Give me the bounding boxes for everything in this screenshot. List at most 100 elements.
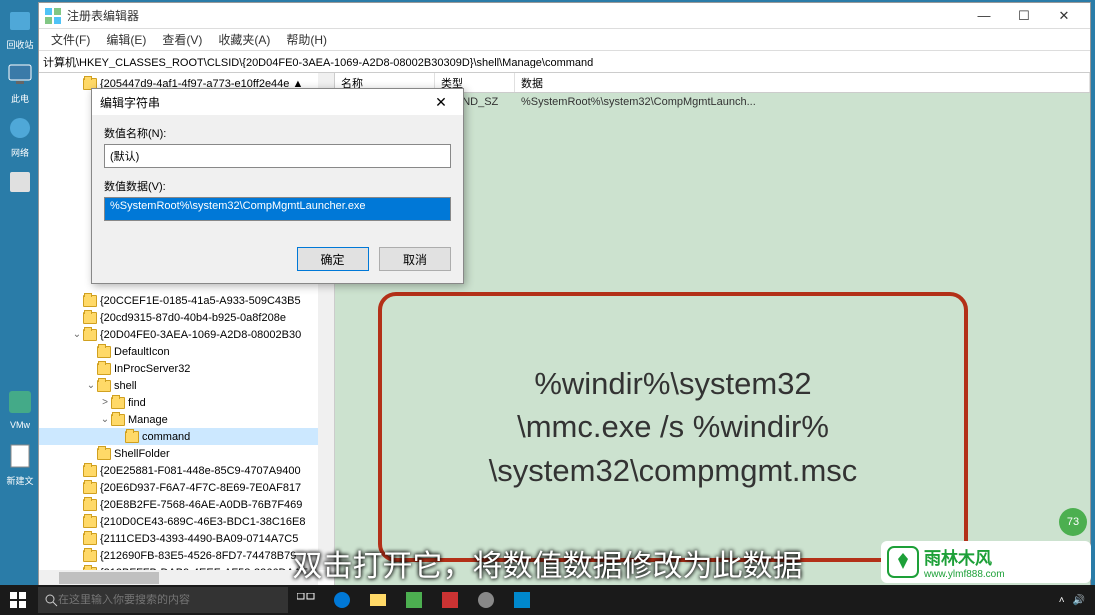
dialog-close-button[interactable]: ✕ <box>427 94 455 111</box>
menu-favorites[interactable]: 收藏夹(A) <box>210 29 278 50</box>
expand-icon[interactable]: ⌄ <box>71 329 83 340</box>
close-button[interactable]: ✕ <box>1044 5 1084 27</box>
taskbar-app-3[interactable] <box>396 585 432 615</box>
folder-icon <box>83 295 97 307</box>
tree-label: command <box>142 431 190 443</box>
col-data[interactable]: 数据 <box>515 73 1090 92</box>
task-view-icon[interactable] <box>288 585 324 615</box>
desktop-icon-network[interactable]: 网络 <box>0 112 40 162</box>
folder-icon <box>83 329 97 341</box>
logo-icon <box>887 546 919 578</box>
tree-scrollbar-h[interactable] <box>39 570 318 586</box>
menu-edit[interactable]: 编辑(E) <box>98 29 154 50</box>
folder-icon <box>83 312 97 324</box>
taskbar-app-5[interactable] <box>468 585 504 615</box>
folder-icon <box>83 499 97 511</box>
tree-label: {20cd9315-87d0-40b4-b925-0a8f208e <box>100 312 286 324</box>
annotation-text: %windir%\system32 \mmc.exe /s %windir% \… <box>489 362 858 492</box>
tree-item[interactable]: ⌄ shell <box>39 377 334 394</box>
tree-item[interactable]: ShellFolder <box>39 445 334 462</box>
watermark-logo: 雨林木风 www.ylmf888.com <box>881 541 1091 583</box>
tree-label: {210D0CE43-689C-46E3-BDC1-38C16E8 <box>100 516 305 528</box>
folder-icon <box>83 465 97 477</box>
value-name-label: 数值名称(N): <box>104 125 451 141</box>
desktop-icon-vmware[interactable]: VMw <box>0 386 40 436</box>
tree-item[interactable]: {20E6D937-F6A7-4F7C-8E69-7E0AF817 <box>39 479 334 496</box>
tree-item[interactable]: InProcServer32 <box>39 360 334 377</box>
edit-string-dialog: 编辑字符串 ✕ 数值名称(N): 数值数据(V): %SystemRoot%\s… <box>91 88 464 284</box>
taskbar-search[interactable] <box>38 587 288 613</box>
tree-label: shell <box>114 380 137 392</box>
folder-icon <box>97 363 111 375</box>
tree-label: Manage <box>128 414 168 426</box>
tree-label: {20E25881-F081-448e-85C9-4707A9400 <box>100 465 301 477</box>
taskbar-app-4[interactable] <box>432 585 468 615</box>
taskbar-app-2[interactable] <box>360 585 396 615</box>
taskbar-app-6[interactable] <box>504 585 540 615</box>
tree-item[interactable]: {212690FB-83E5-4526-8FD7-74478B79 <box>39 547 334 564</box>
folder-icon <box>111 414 125 426</box>
value-data-input[interactable]: %SystemRoot%\system32\CompMgmtLauncher.e… <box>104 197 451 221</box>
folder-icon <box>83 533 97 545</box>
tree-item[interactable]: {20CCEF1E-0185-41a5-A933-509C43B5 <box>39 292 334 309</box>
desktop-icon-recycle[interactable]: 回收站 <box>0 4 40 54</box>
tree-label: find <box>128 397 146 409</box>
tree-item[interactable]: command <box>39 428 334 445</box>
tree-item[interactable]: {20E8B2FE-7568-46AE-A0DB-76B7F469 <box>39 496 334 513</box>
tree-label: {212690FB-83E5-4526-8FD7-74478B79 <box>100 550 296 562</box>
search-icon <box>44 593 58 607</box>
taskbar: ˄ 🔊 <box>0 585 1095 615</box>
tree-label: ShellFolder <box>114 448 170 460</box>
taskbar-app-1[interactable] <box>324 585 360 615</box>
tree-item[interactable]: {2111CED3-4393-4490-BA09-0714A7C5 <box>39 530 334 547</box>
watermark-name: 雨林木风 <box>924 544 1005 569</box>
desktop-icon-pc[interactable]: 此电 <box>0 58 40 108</box>
expand-icon[interactable]: ⌄ <box>99 414 111 425</box>
folder-icon <box>83 482 97 494</box>
system-tray[interactable]: ˄ 🔊 <box>1055 595 1095 606</box>
tree-item[interactable]: > find <box>39 394 334 411</box>
tree-label: {20E8B2FE-7568-46AE-A0DB-76B7F469 <box>100 499 302 511</box>
tray-volume-icon[interactable]: 🔊 <box>1069 595 1089 606</box>
menu-view[interactable]: 查看(V) <box>154 29 210 50</box>
tree-label: {20E6D937-F6A7-4F7C-8E69-7E0AF817 <box>100 482 301 494</box>
expand-icon[interactable]: ⌄ <box>85 380 97 391</box>
tray-chevron-icon[interactable]: ˄ <box>1055 595 1069 606</box>
tree-label: {20CCEF1E-0185-41a5-A933-509C43B5 <box>100 295 301 307</box>
addressbar <box>39 51 1090 73</box>
tree-label: InProcServer32 <box>114 363 190 375</box>
folder-icon <box>125 431 139 443</box>
desktop-icon-new[interactable]: 新建文 <box>0 440 40 490</box>
start-button[interactable] <box>0 585 36 615</box>
dialog-title: 编辑字符串 <box>100 94 427 111</box>
folder-icon <box>97 346 111 358</box>
folder-icon <box>97 448 111 460</box>
ok-button[interactable]: 确定 <box>297 247 369 271</box>
tree-label: DefaultIcon <box>114 346 170 358</box>
menu-help[interactable]: 帮助(H) <box>278 29 335 50</box>
expand-icon[interactable]: > <box>99 397 111 408</box>
minimize-button[interactable]: — <box>964 5 1004 27</box>
menu-file[interactable]: 文件(F) <box>43 29 98 50</box>
address-input[interactable] <box>43 56 1086 68</box>
maximize-button[interactable]: ☐ <box>1004 5 1044 27</box>
cancel-button[interactable]: 取消 <box>379 247 451 271</box>
tree-label: {20D04FE0-3AEA-1069-A2D8-08002B30 <box>100 329 301 341</box>
tree-item[interactable]: {20E25881-F081-448e-85C9-4707A9400 <box>39 462 334 479</box>
desktop-icons: 回收站 此电 网络 VMw 新建文 <box>0 0 42 615</box>
titlebar: 注册表编辑器 — ☐ ✕ <box>39 3 1090 29</box>
tree-label: {2111CED3-4393-4490-BA09-0714A7C5 <box>100 533 298 545</box>
folder-icon <box>111 397 125 409</box>
folder-icon <box>83 550 97 562</box>
value-name-input[interactable] <box>104 144 451 168</box>
dialog-titlebar: 编辑字符串 ✕ <box>92 89 463 115</box>
tree-item[interactable]: ⌄ {20D04FE0-3AEA-1069-A2D8-08002B30 <box>39 326 334 343</box>
tree-item[interactable]: DefaultIcon <box>39 343 334 360</box>
tree-item[interactable]: {210D0CE43-689C-46E3-BDC1-38C16E8 <box>39 513 334 530</box>
folder-icon <box>83 516 97 528</box>
tree-item[interactable]: {20cd9315-87d0-40b4-b925-0a8f208e <box>39 309 334 326</box>
desktop-icon-4[interactable] <box>0 166 40 216</box>
tree-item[interactable]: ⌄ Manage <box>39 411 334 428</box>
watermark-url: www.ylmf888.com <box>924 569 1005 580</box>
search-input[interactable] <box>58 594 282 606</box>
